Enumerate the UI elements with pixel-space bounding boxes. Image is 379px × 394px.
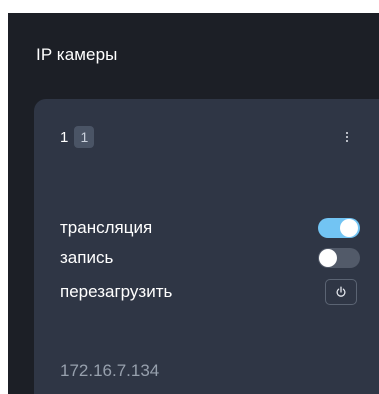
toggle-knob: [319, 249, 337, 267]
power-icon: [336, 286, 346, 297]
stream-label: трансляция: [60, 218, 153, 237]
stream-row: трансляция: [60, 216, 360, 240]
record-label: запись: [60, 248, 114, 267]
camera-card: 1 1 трансляция запись перезагрузить 172.…: [34, 99, 379, 394]
reboot-row: перезагрузить: [60, 279, 360, 305]
record-row: запись: [60, 246, 360, 270]
reboot-label: перезагрузить: [60, 282, 173, 301]
camera-header: 1 1: [60, 126, 95, 148]
page-title: IP камеры: [36, 45, 118, 64]
toggle-knob: [340, 219, 358, 237]
more-vertical-icon[interactable]: [336, 125, 358, 149]
camera-name: 1: [60, 128, 69, 146]
stream-toggle[interactable]: [318, 218, 360, 238]
camera-badge: 1: [74, 126, 95, 148]
ip-address: 172.16.7.134: [60, 361, 160, 380]
screen: IP камеры 1 1 трансляция запись перезагр…: [8, 13, 379, 394]
reboot-button[interactable]: [325, 279, 357, 305]
record-toggle[interactable]: [318, 248, 360, 268]
